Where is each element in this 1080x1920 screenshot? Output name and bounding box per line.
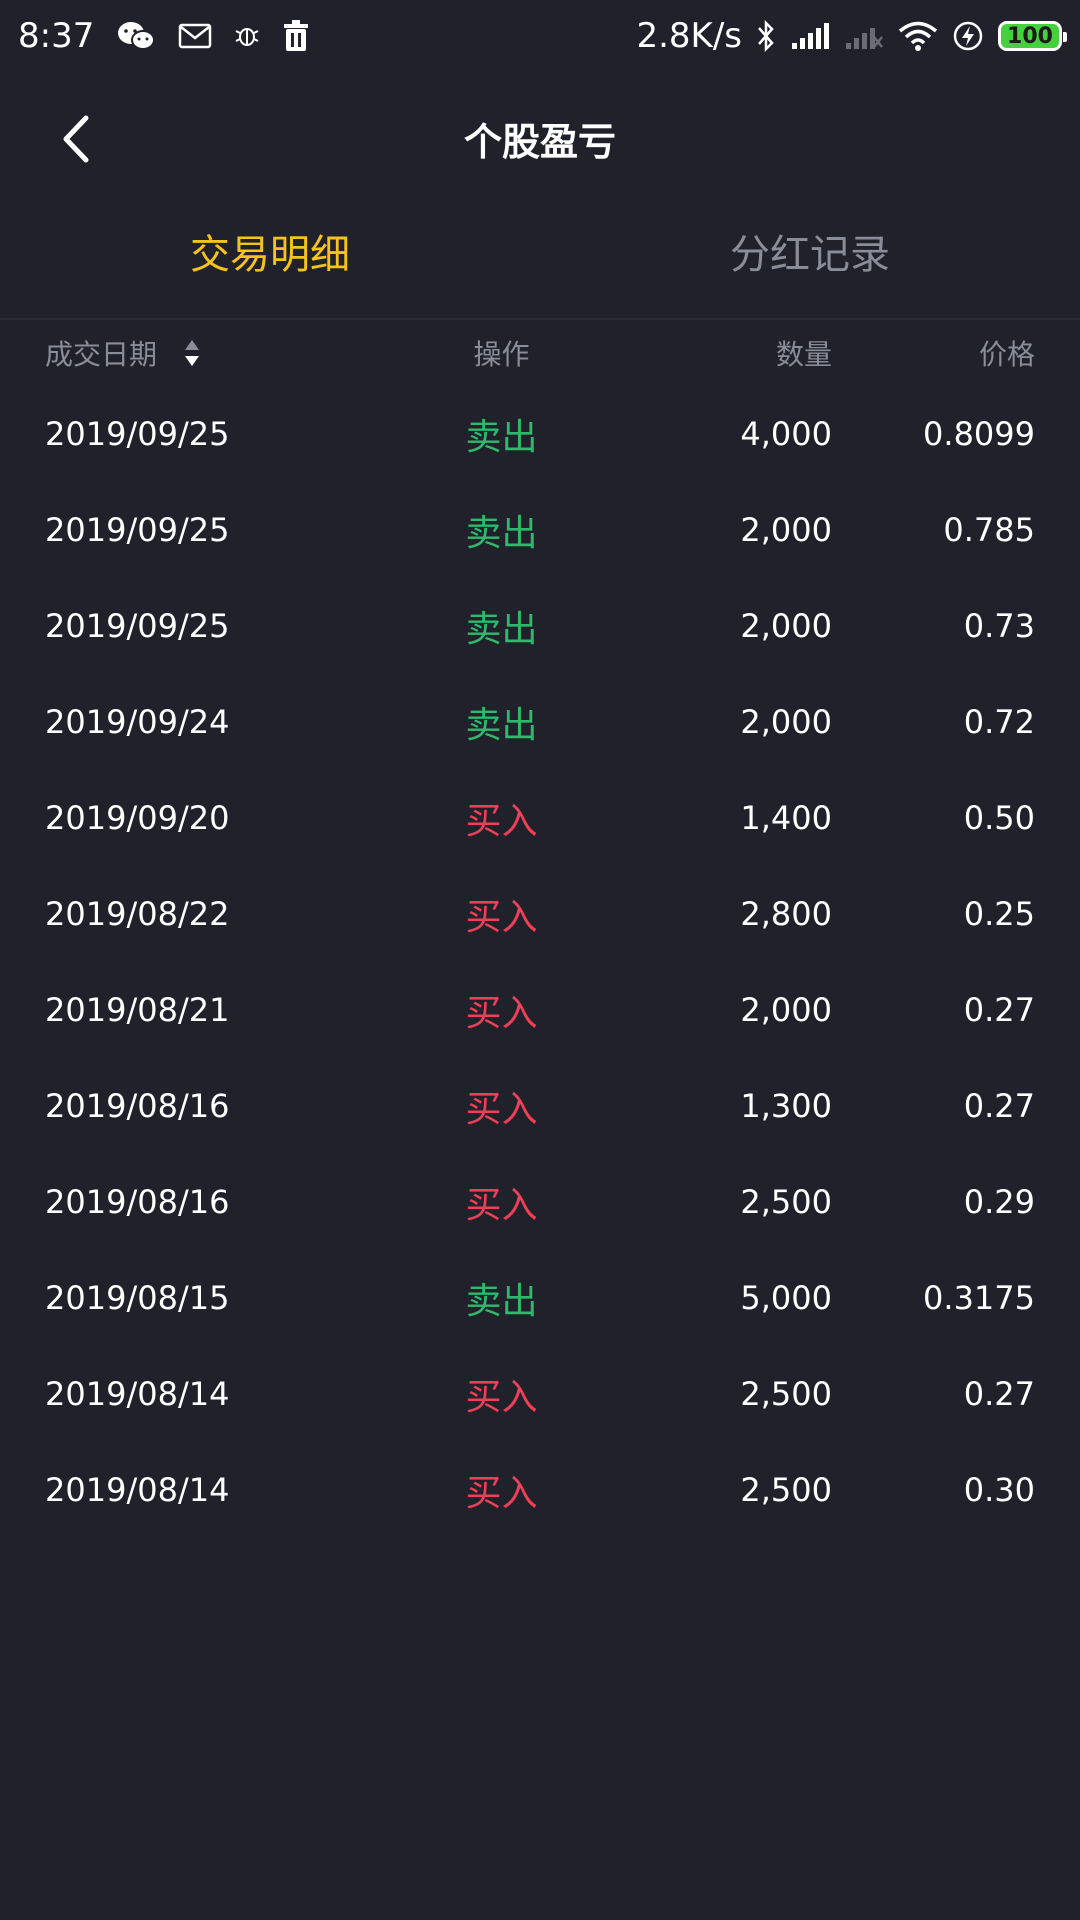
trade-date: 2019/09/25 (45, 607, 230, 645)
trade-quantity: 1,300 (740, 1087, 832, 1125)
trade-operation: 卖出 (465, 513, 538, 554)
trade-price: 0.73 (963, 607, 1035, 645)
trade-date: 2019/08/14 (45, 1471, 230, 1509)
trade-price: 0.27 (963, 991, 1035, 1029)
trade-price: 0.8099 (923, 415, 1035, 453)
mail-icon (178, 23, 212, 49)
trade-operation: 卖出 (465, 705, 538, 746)
table-row[interactable]: 2019/08/14 买入 2,500 0.30 (0, 1442, 1080, 1538)
trade-price: 0.3175 (923, 1279, 1035, 1317)
table-row[interactable]: 2019/08/16 买入 2,500 0.29 (0, 1154, 1080, 1250)
trade-quantity: 5,000 (740, 1279, 832, 1317)
trade-price: 0.50 (963, 799, 1035, 837)
bluetooth-icon (756, 19, 776, 53)
battery-icon: 100 (998, 21, 1067, 51)
table-row[interactable]: 2019/08/22 买入 2,800 0.25 (0, 866, 1080, 962)
trash-icon (282, 20, 310, 52)
table-body: 2019/09/25 卖出 4,000 0.8099 2019/09/25 卖出… (0, 386, 1080, 1538)
status-left: 8:37 (18, 16, 310, 56)
table-row[interactable]: 2019/09/25 卖出 2,000 0.785 (0, 482, 1080, 578)
status-time: 8:37 (18, 16, 95, 56)
trade-date: 2019/09/20 (45, 799, 230, 837)
trade-date: 2019/08/14 (45, 1375, 230, 1413)
trade-quantity: 2,500 (740, 1471, 832, 1509)
tab-trade-details[interactable]: 交易明细 (0, 204, 540, 318)
back-button[interactable] (40, 104, 110, 174)
trade-date: 2019/08/16 (45, 1183, 230, 1221)
column-header-quantity: 数量 (775, 338, 832, 371)
trade-quantity: 2,000 (740, 991, 832, 1029)
signal-weak-icon (844, 21, 884, 51)
trade-date: 2019/08/22 (45, 895, 230, 933)
table-row[interactable]: 2019/08/16 买入 1,300 0.27 (0, 1058, 1080, 1154)
trade-quantity: 2,000 (740, 511, 832, 549)
chevron-left-icon (63, 115, 89, 163)
page-title: 个股盈亏 (463, 119, 616, 164)
trade-date: 2019/09/25 (45, 415, 230, 453)
trade-operation: 买入 (465, 1473, 538, 1514)
trade-date: 2019/08/15 (45, 1279, 230, 1317)
trade-price: 0.30 (963, 1471, 1035, 1509)
trade-table: 成交日期 操作 数量 价格 2019/09/25 卖出 4,000 0.8099… (0, 320, 1080, 1538)
trade-price: 0.72 (963, 703, 1035, 741)
nav-bar: 个股盈亏 (0, 72, 1080, 204)
trade-date: 2019/09/24 (45, 703, 230, 741)
trade-date: 2019/08/21 (45, 991, 230, 1029)
trade-operation: 买入 (465, 801, 538, 842)
column-header-date-label: 成交日期 (45, 338, 158, 371)
column-header-date[interactable]: 成交日期 (45, 333, 375, 373)
trade-price: 0.785 (943, 511, 1035, 549)
tab-bar: 交易明细 分红记录 (0, 204, 1080, 320)
table-row[interactable]: 2019/09/25 卖出 4,000 0.8099 (0, 386, 1080, 482)
trade-operation: 买入 (465, 897, 538, 938)
network-speed: 2.8K/s (636, 16, 742, 56)
trade-price: 0.27 (963, 1375, 1035, 1413)
trade-operation: 卖出 (465, 417, 538, 458)
table-row[interactable]: 2019/08/21 买入 2,000 0.27 (0, 962, 1080, 1058)
trade-operation: 卖出 (465, 609, 538, 650)
trade-quantity: 1,400 (740, 799, 832, 837)
status-bar: 8:37 2.8K/s 100 (0, 0, 1080, 72)
table-header: 成交日期 操作 数量 价格 (0, 320, 1080, 386)
trade-price: 0.29 (963, 1183, 1035, 1221)
trade-operation: 买入 (465, 1089, 538, 1130)
table-row[interactable]: 2019/08/14 买入 2,500 0.27 (0, 1346, 1080, 1442)
trade-operation: 买入 (465, 1377, 538, 1418)
charging-icon (952, 20, 984, 52)
trade-quantity: 2,000 (740, 607, 832, 645)
table-row[interactable]: 2019/09/25 卖出 2,000 0.73 (0, 578, 1080, 674)
table-row[interactable]: 2019/09/20 买入 1,400 0.50 (0, 770, 1080, 866)
bug-icon (234, 23, 260, 49)
trade-date: 2019/09/25 (45, 511, 230, 549)
trade-operation: 买入 (465, 1185, 538, 1226)
trade-operation: 买入 (465, 993, 538, 1034)
table-row[interactable]: 2019/08/15 卖出 5,000 0.3175 (0, 1250, 1080, 1346)
trade-price: 0.27 (963, 1087, 1035, 1125)
trade-quantity: 2,500 (740, 1375, 832, 1413)
trade-operation: 卖出 (465, 1281, 538, 1322)
wifi-icon (898, 20, 938, 52)
trade-quantity: 4,000 (740, 415, 832, 453)
tab-dividend-records[interactable]: 分红记录 (540, 204, 1080, 318)
trade-quantity: 2,800 (740, 895, 832, 933)
status-right: 2.8K/s 100 (636, 16, 1067, 56)
trade-date: 2019/08/16 (45, 1087, 230, 1125)
trade-price: 0.25 (963, 895, 1035, 933)
trade-quantity: 2,500 (740, 1183, 832, 1221)
wechat-icon (116, 20, 156, 52)
column-header-operation: 操作 (473, 338, 530, 371)
trade-quantity: 2,000 (740, 703, 832, 741)
column-header-price: 价格 (978, 338, 1035, 371)
table-row[interactable]: 2019/09/24 卖出 2,000 0.72 (0, 674, 1080, 770)
sort-icon[interactable] (183, 338, 201, 368)
signal-icon (790, 21, 830, 51)
